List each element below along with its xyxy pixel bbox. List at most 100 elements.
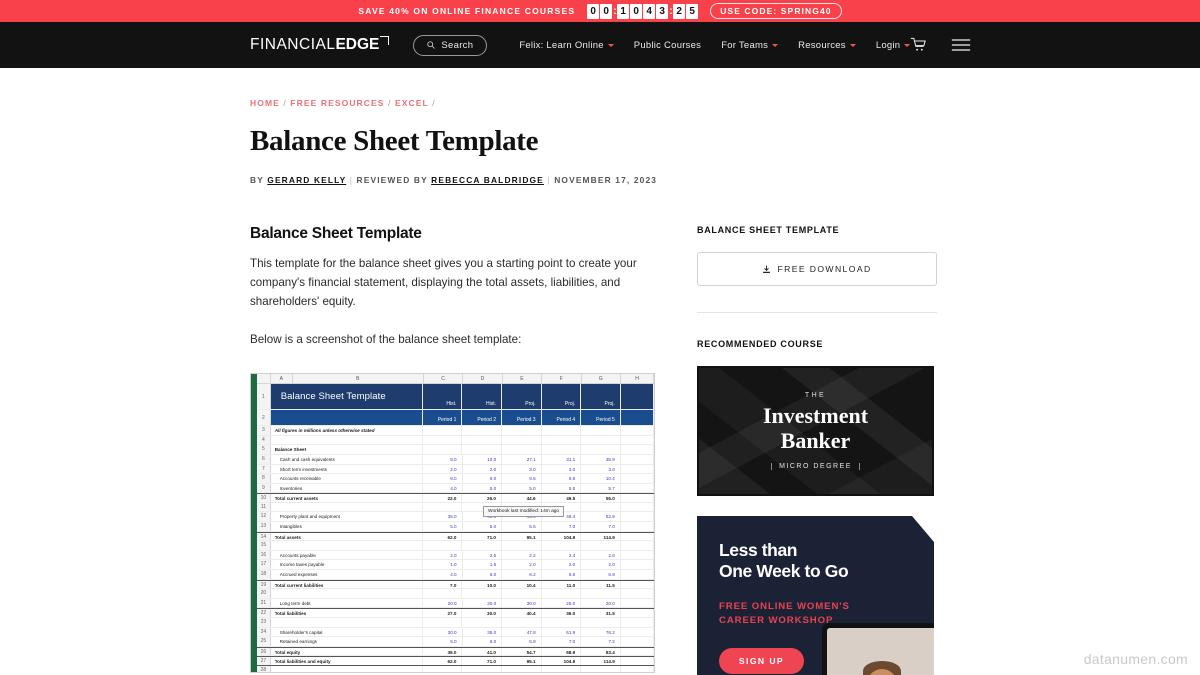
value-cell: 22.0 [423, 494, 463, 502]
value-cell: 9.0 [463, 474, 503, 483]
nav-item-felix-learn-online[interactable]: Felix: Learn Online [519, 39, 614, 51]
countdown-timer: 0 0 : 1 0 4 3 : 2 5 [587, 3, 699, 19]
countdown-digit: 2 [673, 3, 686, 19]
value-cell: 61.9 [542, 627, 582, 637]
value-cell: 20.0 [463, 598, 503, 608]
byline-author[interactable]: GERARD KELLY [267, 175, 346, 185]
hamburger-icon[interactable] [951, 38, 971, 52]
value-cell: 2.0 [423, 550, 463, 560]
row-label: Income taxes payable [271, 560, 424, 570]
value-cell: 4.0 [423, 483, 463, 493]
countdown-digit: 0 [630, 3, 643, 19]
nav-item-login[interactable]: Login [876, 40, 911, 51]
byline-divider: | [547, 175, 551, 185]
value-cell: 68.9 [542, 647, 582, 656]
value-cell: 35.0 [423, 647, 463, 656]
cart-icon[interactable] [910, 37, 927, 53]
value-cell: 114.9 [581, 657, 621, 665]
column-header-g[interactable]: G [582, 374, 621, 384]
column-header-b[interactable]: B [293, 374, 424, 384]
column-header-c[interactable]: C [424, 374, 464, 384]
countdown-separator: : [613, 5, 618, 17]
workshop-promo-card[interactable]: Less than One Week to Go FREE ONLINE WOM… [697, 516, 934, 675]
value-cell: 52.9 [581, 512, 621, 522]
nav-item-label: Resources [798, 39, 846, 51]
section-title: Balance Sheet Template [250, 225, 422, 242]
byline-reviewer[interactable]: REBECCA BALDRIDGE [431, 175, 544, 185]
site-logo[interactable]: FINANCIAL EDGE [250, 35, 390, 54]
value-cell: 49.5 [542, 494, 582, 502]
byline-reviewed-label: REVIEWED BY [356, 175, 428, 185]
period-label-cell: Period 2 [462, 410, 502, 426]
column-header-a[interactable]: A [271, 374, 293, 384]
breadcrumb-item-excel[interactable]: EXCEL [395, 98, 429, 108]
free-download-button[interactable]: FREE DOWNLOAD [697, 252, 937, 286]
countdown-digit: 0 [587, 3, 600, 19]
row-label: Intangibles [271, 522, 424, 531]
sidebar-divider [697, 312, 937, 313]
nav-item-label: For Teams [721, 39, 769, 51]
value-cell: 6.0 [463, 570, 503, 579]
nav-item-label: Felix: Learn Online [519, 39, 604, 51]
chevron-down-icon [849, 43, 856, 47]
search-button[interactable]: Search [413, 34, 488, 56]
value-cell: 8.0 [423, 474, 463, 483]
nav-item-resources[interactable]: Resources [798, 40, 856, 51]
breadcrumb-separator: / [428, 98, 436, 108]
row-number: 26 [257, 647, 271, 656]
table-row: 18 Accrued expenses 4.0 6.0 6.2 6.6 6.9 [257, 570, 654, 580]
workbook-tooltip: Workbook last modified: 14m ago [483, 506, 565, 518]
value-cell: 3.0 [581, 464, 621, 474]
nav-item-public-courses[interactable]: Public Courses [634, 40, 701, 51]
countdown-digit: 5 [686, 3, 699, 19]
row-label: Total assets [271, 532, 423, 541]
value-cell: 40.4 [502, 609, 542, 617]
column-header-e[interactable]: E [503, 374, 543, 384]
value-cell: 7.2 [581, 637, 621, 646]
value-cell [542, 445, 582, 454]
countdown-digit: 0 [600, 3, 613, 19]
value-cell: 2.0 [581, 560, 621, 570]
column-header-f[interactable]: F [542, 374, 582, 384]
table-row: 27 Total liabilities and equity 62.0 71.0 95… [257, 656, 654, 666]
row-label: Balance Sheet [271, 445, 423, 454]
corner-cell [257, 374, 271, 384]
table-row: 23 [257, 618, 654, 628]
period-label-cell: Period 1 [423, 410, 463, 426]
article-content: Balance Sheet Template This template for… [250, 225, 655, 675]
table-row: 26 Total equity 35.0 41.0 54.7 68.9 83.4 [257, 646, 654, 657]
period-label-cell: Period 5 [581, 410, 621, 426]
row-number: 19 [257, 580, 271, 589]
breadcrumb-item-home[interactable]: HOME [250, 98, 280, 108]
promo-code: USE CODE: SPRING40 [710, 3, 842, 19]
table-row: 5 Balance Sheet [257, 445, 654, 455]
row-number: 12 [257, 512, 271, 522]
recommended-course-card[interactable]: THE Investment Banker MICRO DEGREE [697, 366, 934, 496]
table-row: 14 Total assets 62.0 71.0 95.1 104.9 114.9 [257, 531, 654, 542]
value-cell: 2.5 [463, 550, 503, 560]
row-label: Total liabilities and equity [271, 657, 423, 665]
row-label: Accrued expenses [271, 570, 424, 579]
row-number: 1 [257, 384, 271, 410]
download-icon [763, 265, 771, 273]
value-cell: 3.0 [502, 464, 542, 474]
search-icon [427, 41, 436, 49]
value-cell: 35.0 [463, 627, 503, 637]
row-number: 7 [257, 464, 271, 474]
value-cell: 9.9 [542, 474, 582, 483]
value-cell: 35.0 [423, 512, 463, 522]
row-label: Property plant and equipment [271, 512, 424, 522]
value-cell [502, 445, 542, 454]
sign-up-button[interactable]: SIGN UP [719, 647, 804, 674]
value-cell [581, 445, 621, 454]
spreadsheet-rows: 1 Balance Sheet Template Hist. Hist. Proj. Pr… [257, 384, 654, 673]
column-header-d[interactable]: D [463, 374, 503, 384]
row-number: 2 [257, 410, 271, 426]
row-number: 3 [257, 426, 271, 435]
breadcrumb-item-free-resources[interactable]: FREE RESOURCES [290, 98, 384, 108]
nav-item-for-teams[interactable]: For Teams [721, 39, 779, 51]
table-row: 8 Accounts receivable 8.0 9.0 9.5 9.9 10.4 [257, 474, 654, 484]
value-cell: 11.5 [581, 580, 621, 589]
column-header-h[interactable]: H [621, 374, 654, 384]
countdown-digit: 4 [643, 3, 656, 19]
